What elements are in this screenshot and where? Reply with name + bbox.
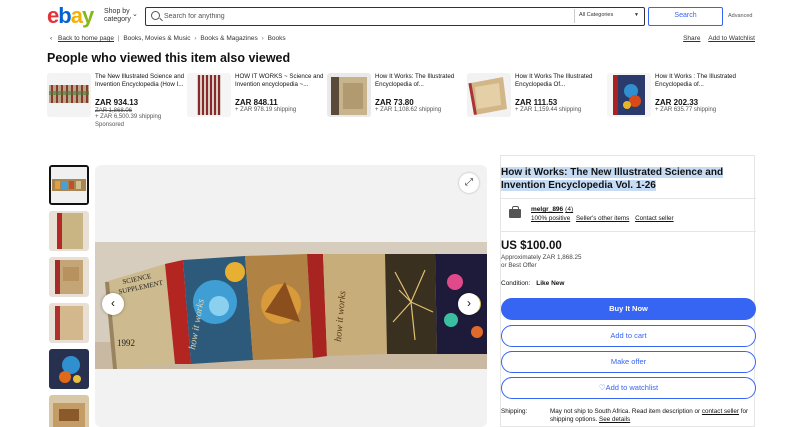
share-link[interactable]: Share: [683, 35, 700, 42]
expand-icon[interactable]: ⤢: [459, 173, 479, 193]
chevron-right-icon: ›: [467, 296, 471, 310]
make-offer-button[interactable]: Make offer: [501, 351, 756, 373]
header: ebay Shop by category ⌄ All Categories ▼…: [0, 0, 800, 34]
related-item-price: ZAR 202.33: [655, 98, 699, 107]
search-button[interactable]: Search: [648, 7, 723, 26]
related-item-image[interactable]: [47, 73, 91, 117]
buy-it-now-button[interactable]: Buy It Now: [501, 298, 756, 320]
related-item-shipping: + ZAR 635.77 shipping: [655, 107, 717, 113]
item-title: How it Works: The New Illustrated Scienc…: [501, 167, 724, 191]
related-item-shipping: + ZAR 6,500.39 shipping: [95, 114, 162, 120]
related-item-image[interactable]: [187, 73, 231, 117]
back-to-home-link[interactable]: Back to home page: [58, 35, 114, 42]
advanced-search-link[interactable]: Advanced: [728, 13, 752, 19]
related-section-title: People who viewed this item also viewed: [47, 51, 291, 65]
next-image-button[interactable]: ›: [458, 293, 480, 315]
related-item-price: ZAR 73.80: [375, 98, 414, 107]
related-item[interactable]: How It Works The Illustrated Encyclopedi…: [467, 73, 607, 153]
thumbnail-image[interactable]: [49, 257, 89, 297]
breadcrumb-item[interactable]: Books, Movies & Music: [123, 35, 190, 42]
search-icon: [151, 11, 160, 20]
add-to-watchlist-link[interactable]: Add to Watchlist: [708, 35, 755, 42]
related-item-image[interactable]: [327, 73, 371, 117]
related-item-price: ZAR 934.13: [95, 98, 139, 107]
thumbnail-image[interactable]: [49, 165, 89, 205]
sponsored-label: Sponsored: [95, 122, 125, 128]
seller-feedback-count: (4): [565, 206, 574, 213]
related-item-title[interactable]: HOW IT WORKS ~ Science and Invention enc…: [235, 73, 325, 96]
breadcrumb-item[interactable]: Books & Magazines: [200, 35, 257, 42]
thumbnail-image[interactable]: [49, 395, 89, 427]
main-product-photo[interactable]: SCIENCE SUPPLEMENT 1992 how it works how…: [95, 242, 487, 369]
seller-other-items-link[interactable]: Seller's other items: [576, 215, 629, 222]
related-item[interactable]: The New Illustrated Science and Inventio…: [47, 73, 187, 153]
search-bar: All Categories ▼: [145, 7, 645, 26]
related-item-shipping: + ZAR 1,159.44 shipping: [515, 107, 582, 113]
previous-image-button[interactable]: ‹: [102, 293, 124, 315]
related-item[interactable]: How It Works : The Illustrated Encyclope…: [607, 73, 747, 153]
related-item-image[interactable]: [467, 73, 511, 117]
store-icon: [509, 206, 521, 218]
breadcrumb: ‹ Back to home page | Books, Movies & Mu…: [50, 35, 286, 42]
item-price: US $100.00: [501, 240, 562, 252]
see-details-link[interactable]: See details: [599, 416, 630, 423]
chevron-down-icon: ⌄: [132, 11, 138, 18]
heart-icon: ♡: [598, 383, 606, 392]
ebay-logo[interactable]: ebay: [47, 4, 94, 28]
contact-seller-link[interactable]: Contact seller: [635, 215, 674, 222]
buy-box: How it Works: The New Illustrated Scienc…: [500, 155, 756, 427]
related-item-title[interactable]: How It Works: The Illustrated Encycloped…: [375, 73, 465, 96]
related-item-shipping: + ZAR 978.19 shipping: [235, 107, 297, 113]
chevron-left-icon: ‹: [50, 35, 53, 42]
related-item-price: ZAR 848.11: [235, 98, 278, 107]
seller-name-link[interactable]: melgr_896: [531, 206, 563, 213]
related-item-title[interactable]: The New Illustrated Science and Inventio…: [95, 73, 185, 96]
approx-price: Approximately ZAR 1,868.25: [501, 254, 582, 261]
related-item[interactable]: HOW IT WORKS ~ Science and Invention enc…: [187, 73, 327, 153]
category-select[interactable]: All Categories ▼: [574, 9, 642, 23]
condition-value: Like New: [536, 280, 565, 287]
thumbnail-list: [47, 165, 91, 427]
add-to-cart-button[interactable]: Add to cart: [501, 325, 756, 347]
svg-text:1992: 1992: [117, 338, 135, 348]
chevron-left-icon: ‹: [111, 296, 115, 310]
thumbnail-image[interactable]: [49, 303, 89, 343]
breadcrumb-item[interactable]: Books: [268, 35, 286, 42]
shop-by-category-button[interactable]: Shop by category ⌄: [104, 8, 138, 24]
related-item-price: ZAR 111.53: [515, 98, 558, 107]
contact-seller-link[interactable]: contact seller: [702, 408, 739, 415]
thumbnail-image[interactable]: [49, 211, 89, 251]
add-to-watchlist-button[interactable]: ♡Add to watchlist: [501, 377, 756, 399]
positive-feedback-link[interactable]: 100% positive: [531, 215, 570, 222]
thumbnail-image[interactable]: [49, 349, 89, 389]
related-item-image[interactable]: [607, 73, 651, 117]
condition: Condition: Like New: [501, 280, 565, 287]
main-image-viewer[interactable]: ⤢ SCIENCE SUPPLEMENT 1992 how it works h…: [95, 165, 487, 427]
chevron-down-icon: ▼: [634, 12, 639, 18]
search-input[interactable]: [164, 10, 564, 23]
share-links: Share Add to Watchlist: [677, 35, 755, 42]
related-item-title[interactable]: How It Works The Illustrated Encyclopedi…: [515, 73, 605, 96]
related-item-shipping: + ZAR 1,108.62 shipping: [375, 107, 442, 113]
related-item[interactable]: How It Works: The Illustrated Encycloped…: [327, 73, 467, 153]
related-item-title[interactable]: How It Works : The Illustrated Encyclope…: [655, 73, 745, 96]
best-offer-label: or Best Offer: [501, 262, 537, 269]
